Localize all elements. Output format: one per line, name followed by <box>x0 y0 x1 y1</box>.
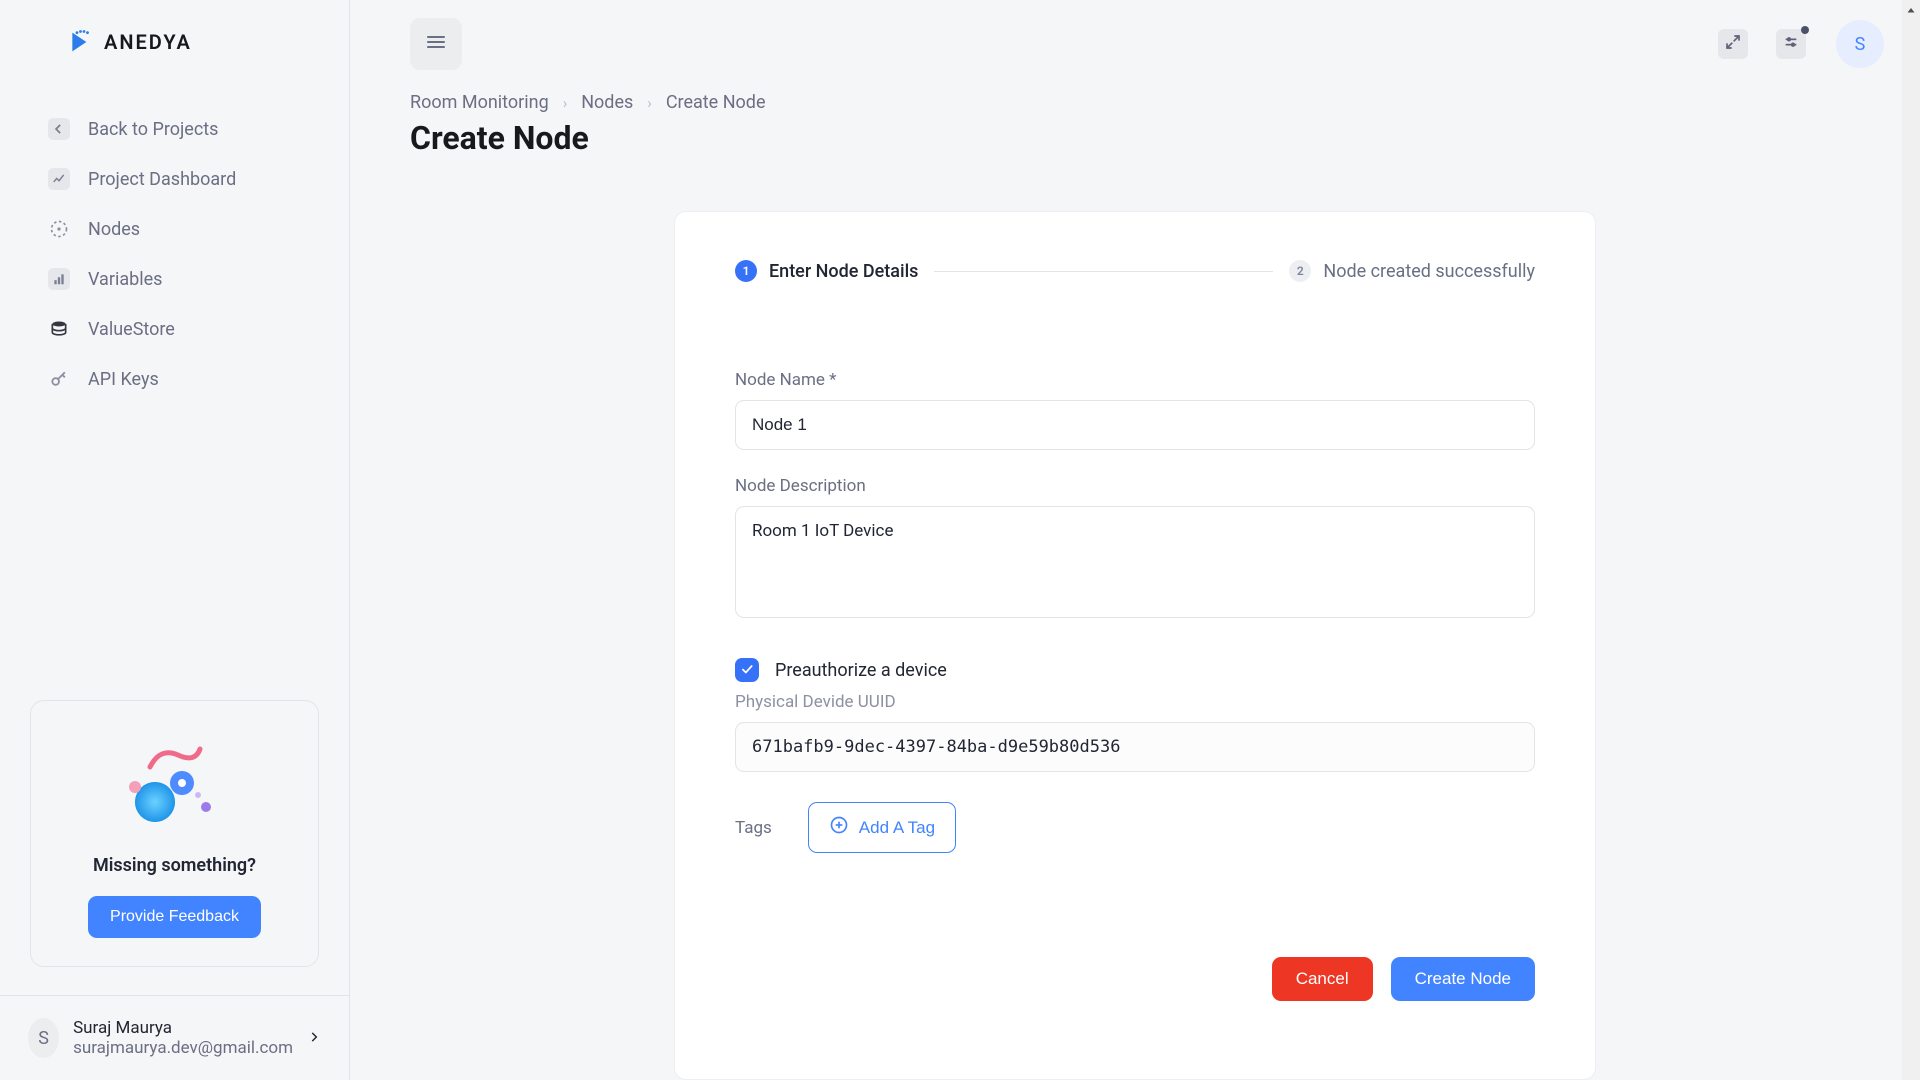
user-email: surajmaurya.dev@gmail.com <box>73 1038 293 1058</box>
logo[interactable]: ANEDYA <box>0 0 349 90</box>
breadcrumb-item[interactable]: Room Monitoring <box>410 92 549 113</box>
node-desc-label: Node Description <box>735 476 1535 496</box>
nav-label: Variables <box>88 269 162 290</box>
expand-button[interactable] <box>1718 29 1748 59</box>
create-node-button[interactable]: Create Node <box>1391 957 1535 1001</box>
nav-label: Back to Projects <box>88 119 218 140</box>
sidebar: ANEDYA Back to Projects Project Dashboar… <box>0 0 350 1080</box>
logo-text: ANEDYA <box>104 30 192 54</box>
user-footer[interactable]: S Suraj Maurya surajmaurya.dev@gmail.com <box>0 995 349 1080</box>
sidebar-item-valuestore[interactable]: ValueStore <box>38 304 329 354</box>
step-label: Node created successfully <box>1323 261 1535 282</box>
node-name-input[interactable] <box>735 400 1535 450</box>
breadcrumb: Room Monitoring › Nodes › Create Node <box>410 92 1860 113</box>
field-node-name: Node Name * <box>735 370 1535 450</box>
feedback-title: Missing something? <box>93 855 256 876</box>
sliders-icon <box>1783 34 1799 54</box>
uuid-label: Physical Devide UUID <box>735 692 1535 712</box>
scroll-up-icon <box>1905 2 1917 14</box>
nav-label: API Keys <box>88 369 159 390</box>
page-title: Create Node <box>410 119 1860 157</box>
field-node-description: Node Description <box>735 476 1535 622</box>
provide-feedback-button[interactable]: Provide Feedback <box>88 896 261 938</box>
hamburger-icon <box>424 30 448 58</box>
cancel-button[interactable]: Cancel <box>1272 957 1373 1001</box>
node-name-label: Node Name * <box>735 370 1535 390</box>
user-meta: Suraj Maurya surajmaurya.dev@gmail.com <box>73 1018 293 1058</box>
step-2: 2 Node created successfully <box>1289 260 1535 282</box>
expand-icon <box>1725 34 1741 54</box>
sidebar-item-nodes[interactable]: Nodes <box>38 204 329 254</box>
chevron-right-icon <box>307 1029 321 1048</box>
step-number: 2 <box>1289 260 1311 282</box>
notification-dot-icon <box>1801 26 1809 34</box>
preauthorize-checkbox[interactable] <box>735 658 759 682</box>
sidebar-nav: Back to Projects Project Dashboard Nodes… <box>0 90 349 404</box>
user-avatar-button[interactable]: S <box>1836 20 1884 68</box>
tags-label: Tags <box>735 818 772 838</box>
add-tag-button[interactable]: Add A Tag <box>808 802 956 853</box>
step-connector <box>934 271 1273 272</box>
step-1: 1 Enter Node Details <box>735 260 918 282</box>
sidebar-item-dashboard[interactable]: Project Dashboard <box>38 154 329 204</box>
variables-icon <box>48 268 70 290</box>
feedback-card: Missing something? Provide Feedback <box>30 700 319 967</box>
key-icon <box>48 368 70 390</box>
tags-row: Tags Add A Tag <box>735 802 1535 853</box>
back-icon <box>48 118 70 140</box>
chevron-right-icon: › <box>647 94 652 112</box>
breadcrumb-item[interactable]: Create Node <box>666 92 766 113</box>
user-name: Suraj Maurya <box>73 1018 293 1038</box>
notifications-button[interactable] <box>1776 29 1806 59</box>
nodes-icon <box>48 218 70 240</box>
form-actions: Cancel Create Node <box>735 957 1535 1001</box>
sidebar-item-back[interactable]: Back to Projects <box>38 104 329 154</box>
preauthorize-label: Preauthorize a device <box>775 660 947 681</box>
content: 1 Enter Node Details 2 Node created succ… <box>350 167 1920 1080</box>
breadcrumb-item[interactable]: Nodes <box>581 92 633 113</box>
check-icon <box>740 661 754 680</box>
nav-label: Nodes <box>88 219 140 240</box>
feedback-illustration-icon <box>120 735 230 829</box>
stepper: 1 Enter Node Details 2 Node created succ… <box>735 260 1535 282</box>
node-desc-input[interactable] <box>735 506 1535 618</box>
logo-icon <box>70 28 98 56</box>
plus-circle-icon <box>829 815 849 840</box>
sidebar-item-variables[interactable]: Variables <box>38 254 329 304</box>
step-number: 1 <box>735 260 757 282</box>
header: Room Monitoring › Nodes › Create Node Cr… <box>350 84 1920 167</box>
nav-label: Project Dashboard <box>88 169 236 190</box>
create-node-card: 1 Enter Node Details 2 Node created succ… <box>674 211 1596 1080</box>
chevron-right-icon: › <box>563 94 568 112</box>
uuid-input[interactable] <box>735 722 1535 772</box>
step-label: Enter Node Details <box>769 261 918 282</box>
dashboard-icon <box>48 168 70 190</box>
topbar: S <box>350 0 1920 84</box>
valuestore-icon <box>48 318 70 340</box>
hamburger-button[interactable] <box>410 18 462 70</box>
main: S Room Monitoring › Nodes › Create Node … <box>350 0 1920 1080</box>
avatar: S <box>28 1018 59 1058</box>
preauthorize-row: Preauthorize a device <box>735 658 1535 682</box>
scrollbar[interactable] <box>1902 0 1920 1080</box>
sidebar-item-apikeys[interactable]: API Keys <box>38 354 329 404</box>
add-tag-label: Add A Tag <box>859 818 935 838</box>
nav-label: ValueStore <box>88 319 175 340</box>
